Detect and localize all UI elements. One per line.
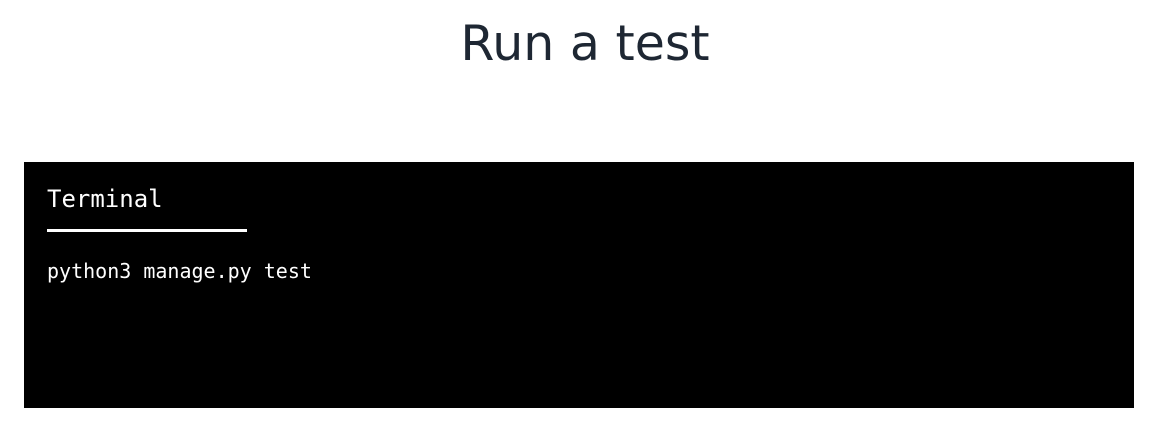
page-title: Run a test [460, 15, 710, 72]
active-tab-underline [47, 229, 247, 232]
terminal-panel: Terminal python3 manage.py test [24, 162, 1134, 408]
terminal-tab-label: Terminal [47, 185, 163, 213]
terminal-command: python3 manage.py test [47, 259, 312, 283]
tab-terminal[interactable]: Terminal [47, 184, 247, 234]
